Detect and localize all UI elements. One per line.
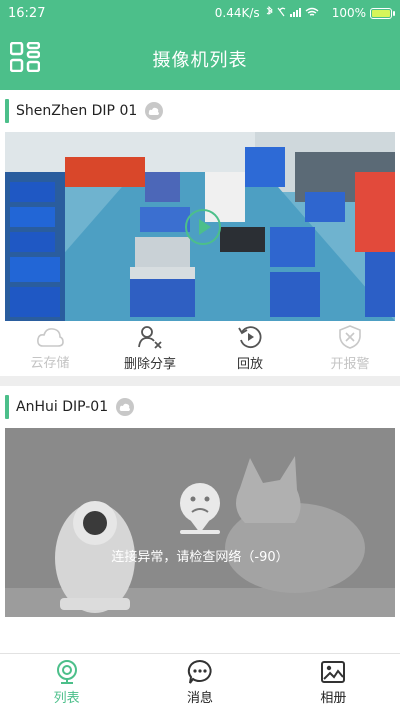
status-right: 0.44K/s 100% [214,5,395,21]
camera-actions [0,617,400,653]
page-title: 摄像机列表 [152,50,248,71]
tab-list[interactable]: 列表 [0,654,133,711]
camera-icon [56,660,77,684]
cloud-badge-icon [145,102,164,120]
bottom-tab-bar: 列表 消息 相册 [0,653,400,711]
album-icon [321,661,346,683]
status-time: 16:27 [8,5,46,21]
cloud-badge-icon [116,398,135,416]
status-icons [264,5,328,21]
connection-error-message: 连接异常，请检查网络（-90） [111,550,289,565]
tab-album-label: 相册 [320,691,347,706]
playback-label: 回放 [236,357,263,372]
shield-icon [339,325,361,349]
battery-icon [370,7,395,19]
play-icon[interactable] [199,219,211,235]
camera-card: AnHui DIP-01 连接异常，请检查网络（-90） [0,386,400,653]
battery-percent: 100% [331,6,366,20]
camera-name: AnHui DIP-01 [16,399,109,415]
cloud-icon [37,328,64,347]
camera-header: AnHui DIP-01 [0,386,400,428]
network-speed: 0.44K/s [214,6,260,20]
tab-album[interactable]: 相册 [267,654,400,711]
cloud-storage-label: 云存储 [30,356,70,371]
camera-preview[interactable] [5,132,395,321]
enable-alarm-button[interactable]: 开报警 [300,321,400,376]
user-remove-icon [138,326,162,349]
delete-share-label: 删除分享 [123,357,176,372]
bluetooth-wifi-signal-icon [266,5,319,17]
offline-placeholder-image [5,428,395,617]
tab-list-label: 列表 [53,691,80,706]
camera-preview[interactable]: 连接异常，请检查网络（-90） [5,428,395,617]
accent-bar [5,395,9,419]
accent-bar [5,99,9,123]
tab-messages[interactable]: 消息 [133,654,266,711]
delete-share-button[interactable]: 删除分享 [100,321,200,376]
tab-messages-label: 消息 [186,691,213,706]
playback-button[interactable]: 回放 [200,321,300,376]
message-icon [187,659,212,684]
status-bar: 16:27 0.44K/s 100% [0,0,400,26]
cloud-storage-button[interactable]: 云存储 [0,321,100,376]
app-header: 摄像机列表 [0,26,400,90]
camera-header: ShenZhen DIP 01 [0,90,400,132]
camera-list[interactable]: ShenZhen DIP 01 云存储 删除分享 回放 开报警 AnHui DI… [0,90,400,653]
camera-card: ShenZhen DIP 01 云存储 删除分享 回放 开报警 [0,90,400,376]
playback-icon [238,326,262,349]
enable-alarm-label: 开报警 [330,357,370,372]
camera-actions: 云存储 删除分享 回放 开报警 [0,321,400,376]
camera-name: ShenZhen DIP 01 [16,103,138,119]
